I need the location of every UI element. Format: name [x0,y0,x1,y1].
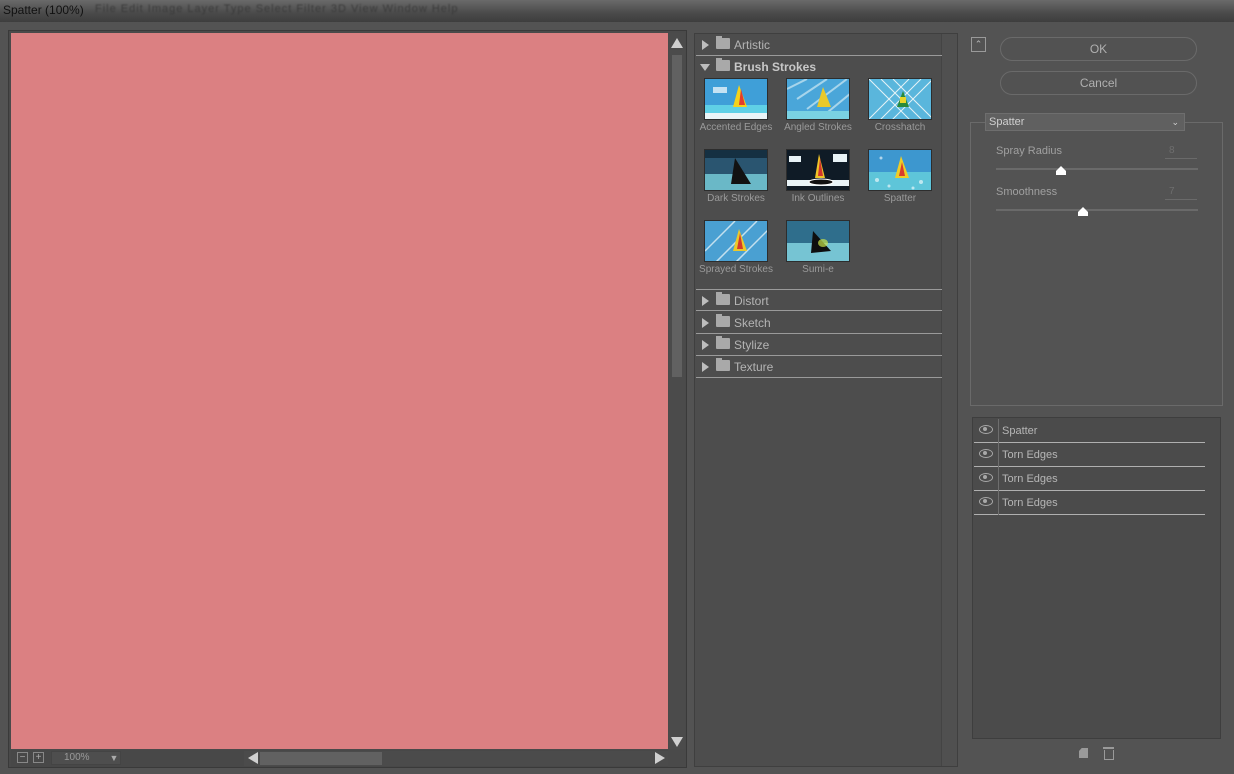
dark-strokes-thumb-icon [704,149,768,191]
expand-arrow-icon [702,40,709,50]
thumb-label: Crosshatch [874,122,926,133]
filter-gallery: Artistic Brush Strokes Accented Edges An… [694,33,958,767]
smoothness-input[interactable]: 7 [1165,186,1197,200]
effect-layer-name: Torn Edges [1002,473,1058,485]
category-texture[interactable]: Texture [696,356,942,378]
angled-strokes-thumb-icon [786,78,850,120]
zoom-level-value: 100% [64,752,90,763]
expand-arrow-icon [702,362,709,372]
collapse-gallery-button[interactable]: ⌃ [971,37,986,52]
cancel-button[interactable]: Cancel [1000,71,1197,95]
horizontal-scroll-thumb[interactable] [260,752,382,765]
category-artistic[interactable]: Artistic [696,34,942,56]
filter-thumb-spatter[interactable]: Spatter [859,149,939,211]
eye-icon[interactable] [979,425,993,434]
effect-layer-name: Torn Edges [1002,497,1058,509]
expand-arrow-icon [702,340,709,350]
effect-layer-row[interactable]: Torn Edges [974,443,1205,467]
ink-outlines-thumb-icon [786,149,850,191]
window-title: Spatter (100%) [3,3,84,17]
filter-select-value: Spatter [989,116,1025,128]
zoom-in-button[interactable]: + [33,752,44,763]
effect-layers-panel: Spatter Torn Edges Torn Edges Torn Edges [972,417,1221,739]
spray-radius-label: Spray Radius [996,145,1063,157]
effect-layer-row[interactable]: Torn Edges [974,467,1205,491]
category-label: Sketch [734,316,771,330]
preview-canvas[interactable] [11,33,668,749]
chevron-up-icon: ⌃ [974,39,983,49]
category-stylize[interactable]: Stylize [696,334,942,356]
title-bar: Spatter (100%) File Edit Image Layer Typ… [0,0,1234,22]
thumb-label: Spatter [883,193,917,204]
category-label: Distort [734,294,769,308]
scroll-right-arrow-icon[interactable] [655,752,665,764]
divider [998,419,999,443]
thumb-label: Accented Edges [699,122,773,133]
filter-thumb-sprayed-strokes[interactable]: Sprayed Strokes [695,220,775,282]
smoothness-label: Smoothness [996,186,1058,198]
folder-icon [716,358,730,371]
folder-icon [716,58,730,71]
filter-settings-panel [970,122,1223,406]
gallery-scrollbar[interactable] [941,34,957,766]
folder-icon [716,336,730,349]
expand-arrow-icon [702,296,709,306]
preview-vertical-scrollbar[interactable] [669,33,685,749]
thumb-label: Sumi-e [802,264,834,275]
thumb-label: Angled Strokes [784,122,852,133]
filter-thumb-angled-strokes[interactable]: Angled Strokes [777,78,857,140]
eye-icon[interactable] [979,473,993,482]
divider [998,467,999,491]
scroll-down-arrow-icon[interactable] [671,737,683,747]
filter-thumb-sumi-e[interactable]: Sumi-e [777,220,857,282]
category-label: Texture [734,360,774,374]
folder-icon [716,314,730,327]
category-label: Stylize [734,338,770,352]
thumb-label: Ink Outlines [791,193,845,204]
thumb-label: Sprayed Strokes [699,264,773,275]
eye-icon[interactable] [979,497,993,506]
zoom-out-button[interactable]: − [17,752,28,763]
filter-thumb-crosshatch[interactable]: Crosshatch [859,78,939,140]
category-sketch[interactable]: Sketch [696,312,942,334]
filter-thumb-ink-outlines[interactable]: Ink Outlines [777,149,857,211]
collapse-arrow-icon [700,64,710,71]
folder-icon [716,36,730,49]
ok-button[interactable]: OK [1000,37,1197,61]
eye-icon[interactable] [979,449,993,458]
divider [998,443,999,467]
spray-radius-input[interactable]: 8 [1165,145,1197,159]
scroll-left-arrow-icon[interactable] [248,752,258,764]
category-label: Artistic [734,38,770,52]
divider [998,491,999,515]
spray-radius-slider[interactable] [996,168,1198,170]
filter-select[interactable]: Spatter ⌄ [985,113,1185,131]
sprayed-strokes-thumb-icon [704,220,768,262]
accented-edges-thumb-icon [704,78,768,120]
category-label: Brush Strokes [734,60,817,74]
smoothness-slider[interactable] [996,209,1198,211]
chevron-down-icon[interactable]: ▼ [107,751,121,765]
thumb-label: Dark Strokes [707,193,765,204]
background-menu-bar: File Edit Image Layer Type Select Filter… [95,3,459,15]
filter-thumb-accented-edges[interactable]: Accented Edges [695,78,775,140]
spatter-thumb-icon [868,149,932,191]
effect-layer-name: Torn Edges [1002,449,1058,461]
vertical-scroll-thumb[interactable] [672,55,682,377]
trash-icon[interactable] [1102,747,1114,760]
filter-thumb-dark-strokes[interactable]: Dark Strokes [695,149,775,211]
chevron-down-icon: ⌄ [1171,117,1179,127]
sumi-e-thumb-icon [786,220,850,262]
category-brush-strokes[interactable]: Brush Strokes [696,56,942,78]
effect-layer-row[interactable]: Torn Edges [974,491,1205,515]
new-effect-layer-icon[interactable] [1077,747,1089,760]
effect-layer-row[interactable]: Spatter [974,419,1205,443]
expand-arrow-icon [702,318,709,328]
crosshatch-thumb-icon [868,78,932,120]
scroll-up-arrow-icon[interactable] [671,38,683,48]
effect-layer-name: Spatter [1002,425,1038,437]
folder-icon [716,292,730,305]
preview-bottom-bar: − + 100% ▼ [11,750,668,767]
category-distort[interactable]: Distort [696,289,942,311]
